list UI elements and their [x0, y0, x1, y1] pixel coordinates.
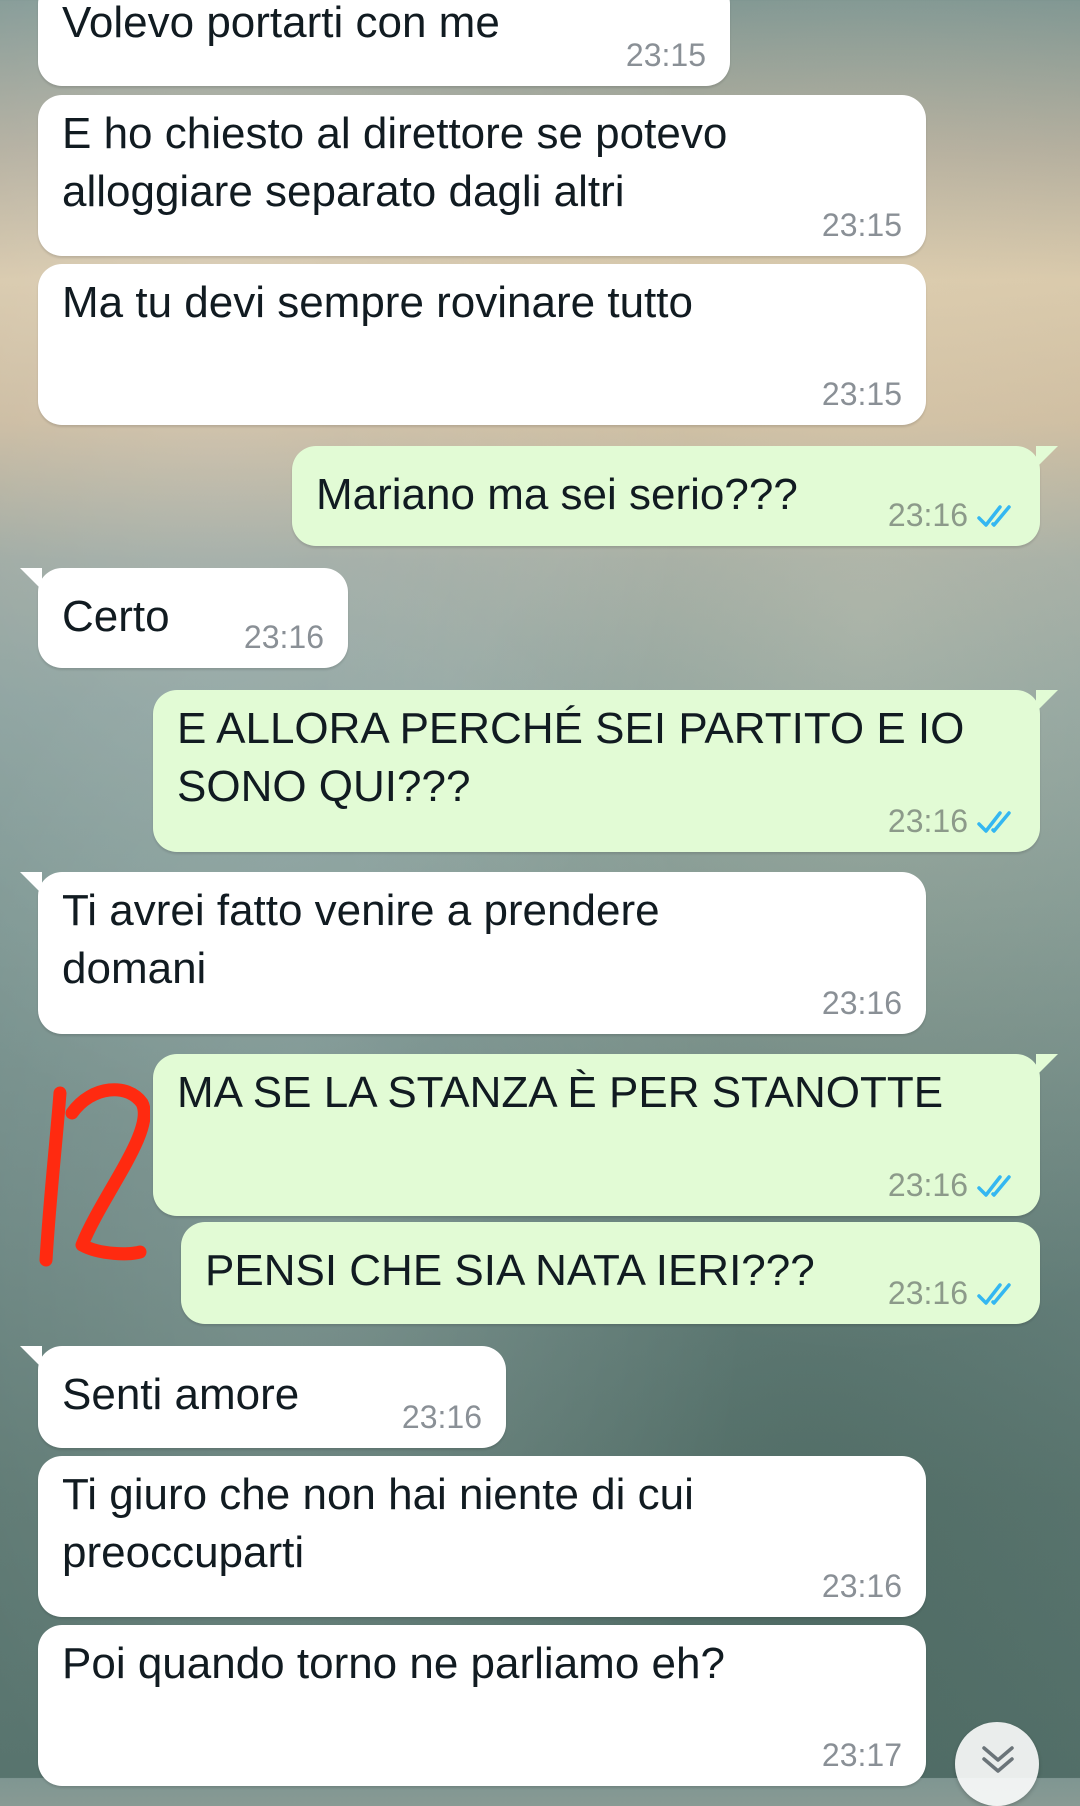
message-meta: 23:15	[822, 376, 902, 413]
message-bubble-incoming[interactable]: Certo 23:16	[20, 568, 348, 668]
message-time: 23:16	[243, 619, 324, 655]
message-meta: 23:15	[822, 207, 902, 244]
message-time: 23:16	[821, 1568, 902, 1604]
message-time: 23:16	[887, 1275, 968, 1311]
message-bubble-incoming[interactable]: Poi quando torno ne parliamo eh? 23:17	[38, 1625, 926, 1786]
message-time: 23:16	[821, 985, 902, 1021]
message-meta: 23:16	[822, 985, 902, 1022]
message-bubble-outgoing[interactable]: PENSI CHE SIA NATA IERI??? 23:16	[181, 1222, 1040, 1324]
message-time: 23:15	[821, 207, 902, 243]
message-bubble-incoming[interactable]: E ho chiesto al direttore se potevo allo…	[38, 95, 926, 256]
message-text: Ma tu devi sempre rovinare tutto	[62, 278, 693, 327]
message-bubble-incoming[interactable]: Senti amore 23:16	[20, 1346, 506, 1448]
message-bubble-incoming[interactable]: Ma tu devi sempre rovinare tutto 23:15	[38, 264, 926, 425]
message-bubble-outgoing[interactable]: E ALLORA PERCHÉ SEI PARTITO E IO SONO QU…	[153, 690, 1058, 852]
scroll-to-bottom-button[interactable]	[955, 1722, 1039, 1806]
message-bubble-incoming[interactable]: Volevo portarti con me 23:15	[38, 0, 730, 86]
message-text: MA SE LA STANZA È PER STANOTTE	[177, 1068, 944, 1117]
message-meta: 23:16	[244, 619, 324, 656]
message-meta: 23:16	[402, 1399, 482, 1436]
message-bubble-outgoing[interactable]: MA SE LA STANZA È PER STANOTTE 23:16	[153, 1054, 1058, 1216]
message-meta: 23:16	[888, 1167, 1016, 1204]
message-text: E ho chiesto al direttore se potevo allo…	[62, 109, 728, 216]
message-list[interactable]: Volevo portarti con me 23:15 E ho chiest…	[0, 0, 1080, 1786]
message-text: Ti giuro che non hai niente di cui preoc…	[62, 1470, 694, 1577]
message-meta: 23:16	[888, 497, 1016, 534]
message-time: 23:16	[887, 497, 968, 533]
message-text: Volevo portarti con me	[62, 0, 500, 47]
message-meta: 23:16	[888, 1275, 1016, 1312]
message-meta: 23:15	[626, 37, 706, 74]
message-time: 23:16	[887, 803, 968, 839]
message-meta: 23:17	[822, 1737, 902, 1774]
message-time: 23:15	[625, 37, 706, 73]
message-meta: 23:16	[822, 1568, 902, 1605]
message-text: E ALLORA PERCHÉ SEI PARTITO E IO SONO QU…	[177, 704, 965, 811]
message-bubble-incoming[interactable]: Ti giuro che non hai niente di cui preoc…	[38, 1456, 926, 1617]
message-time: 23:15	[821, 376, 902, 412]
message-bubble-incoming[interactable]: Ti avrei fatto venire a prendere domani …	[20, 872, 926, 1034]
double-check-icon	[976, 1280, 1016, 1308]
message-text: Ti avrei fatto venire a prendere domani	[62, 886, 660, 993]
message-meta: 23:16	[888, 803, 1016, 840]
double-check-icon	[976, 502, 1016, 530]
message-time: 23:16	[401, 1399, 482, 1435]
message-time: 23:17	[821, 1737, 902, 1773]
message-text: Poi quando torno ne parliamo eh?	[62, 1639, 725, 1688]
double-check-icon	[976, 1172, 1016, 1200]
double-check-icon	[976, 808, 1016, 836]
message-time: 23:16	[887, 1167, 968, 1203]
handwritten-annotation	[30, 1075, 151, 1280]
message-bubble-outgoing[interactable]: Mariano ma sei serio??? 23:16	[292, 446, 1058, 546]
